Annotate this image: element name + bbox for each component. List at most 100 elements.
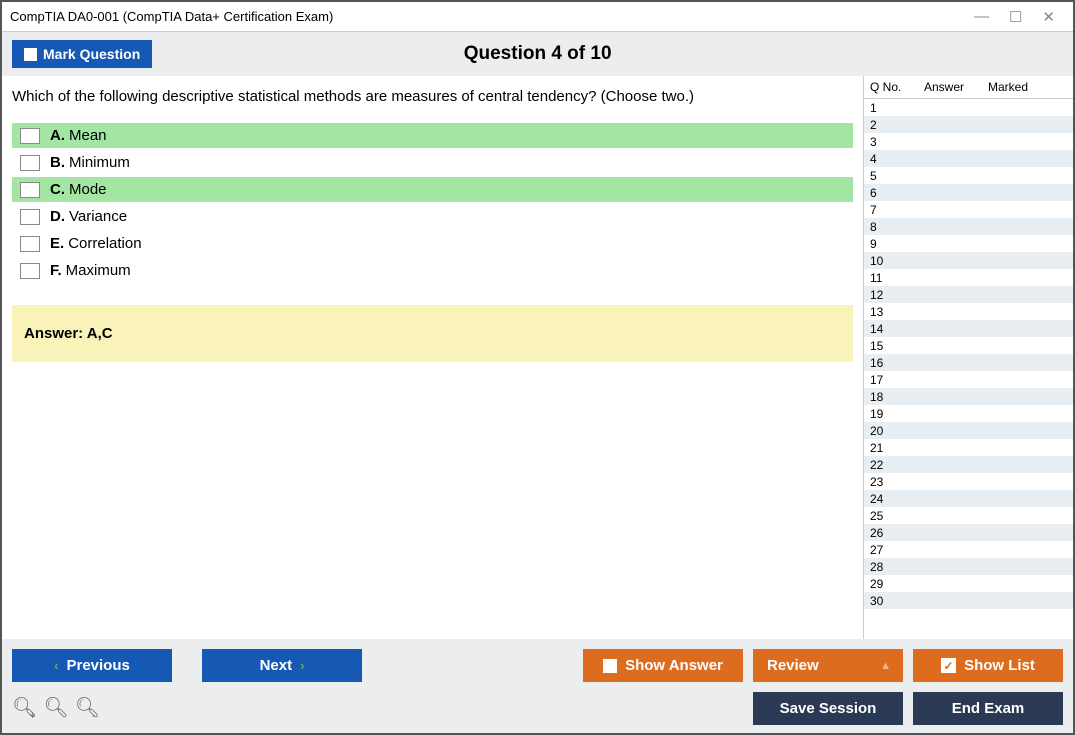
sidebar-row[interactable]: 6	[864, 184, 1073, 201]
mark-checkbox-icon	[24, 48, 37, 61]
option-checkbox[interactable]	[20, 155, 40, 171]
sidebar-row[interactable]: 28	[864, 558, 1073, 575]
sidebar-row[interactable]: 18	[864, 388, 1073, 405]
sidebar-row[interactable]: 22	[864, 456, 1073, 473]
window-title: CompTIA DA0-001 (CompTIA Data+ Certifica…	[10, 9, 964, 24]
zoom-controls: 🔍︎+ 🔍︎ 🔍︎-	[12, 695, 96, 722]
sidebar-qno: 19	[870, 407, 924, 421]
sidebar-qno: 26	[870, 526, 924, 540]
sidebar-qno: 11	[870, 271, 924, 285]
sidebar-row[interactable]: 24	[864, 490, 1073, 507]
show-list-button[interactable]: ✓ Show List	[913, 649, 1063, 682]
chevron-up-icon: ▲	[880, 660, 891, 672]
previous-label: Previous	[66, 657, 129, 674]
sidebar-row[interactable]: 4	[864, 150, 1073, 167]
sidebar-qno: 30	[870, 594, 924, 608]
zoom-out-icon[interactable]: 🔍︎-	[75, 695, 96, 722]
sidebar-qno: 2	[870, 118, 924, 132]
option-checkbox[interactable]	[20, 236, 40, 252]
option-text: Minimum	[69, 154, 130, 171]
sidebar-row[interactable]: 9	[864, 235, 1073, 252]
sidebar-qno: 22	[870, 458, 924, 472]
footer-row-1: ‹ Previous Next › Show Answer Review ▲ ✓…	[12, 649, 1063, 682]
sidebar-row[interactable]: 19	[864, 405, 1073, 422]
save-session-label: Save Session	[780, 700, 877, 717]
sidebar-row[interactable]: 8	[864, 218, 1073, 235]
end-exam-button[interactable]: End Exam	[913, 692, 1063, 725]
minimize-icon[interactable]: —	[964, 8, 999, 25]
end-exam-label: End Exam	[952, 700, 1025, 717]
show-answer-button[interactable]: Show Answer	[583, 649, 743, 682]
option-checkbox[interactable]	[20, 128, 40, 144]
option-letter: C.	[50, 181, 65, 198]
option-checkbox[interactable]	[20, 182, 40, 198]
close-icon[interactable]: ✕	[1032, 8, 1065, 26]
sidebar-rows[interactable]: 1234567891011121314151617181920212223242…	[864, 99, 1073, 639]
sidebar-row[interactable]: 14	[864, 320, 1073, 337]
col-answer: Answer	[924, 80, 988, 94]
sidebar-row[interactable]: 17	[864, 371, 1073, 388]
sidebar-row[interactable]: 23	[864, 473, 1073, 490]
option-text: Correlation	[68, 235, 141, 252]
sidebar-row[interactable]: 3	[864, 133, 1073, 150]
show-list-check-icon: ✓	[941, 658, 956, 673]
previous-button[interactable]: ‹ Previous	[12, 649, 172, 682]
sidebar-row[interactable]: 15	[864, 337, 1073, 354]
show-list-label: Show List	[964, 657, 1035, 674]
titlebar: CompTIA DA0-001 (CompTIA Data+ Certifica…	[2, 2, 1073, 32]
sidebar-row[interactable]: 10	[864, 252, 1073, 269]
save-session-button[interactable]: Save Session	[753, 692, 903, 725]
sidebar-qno: 28	[870, 560, 924, 574]
option-letter: B.	[50, 154, 65, 171]
sidebar-row[interactable]: 25	[864, 507, 1073, 524]
sidebar-row[interactable]: 26	[864, 524, 1073, 541]
option-text: Mean	[69, 127, 107, 144]
answer-panel: Answer: A,C	[12, 305, 853, 362]
sidebar-row[interactable]: 27	[864, 541, 1073, 558]
sidebar-row[interactable]: 16	[864, 354, 1073, 371]
option-letter: A.	[50, 127, 65, 144]
option-checkbox[interactable]	[20, 209, 40, 225]
next-button[interactable]: Next ›	[202, 649, 362, 682]
sidebar-qno: 7	[870, 203, 924, 217]
sidebar-qno: 13	[870, 305, 924, 319]
option-row[interactable]: B. Minimum	[12, 150, 853, 175]
sidebar-row[interactable]: 12	[864, 286, 1073, 303]
show-answer-label: Show Answer	[625, 657, 723, 674]
option-checkbox[interactable]	[20, 263, 40, 279]
review-button[interactable]: Review ▲	[753, 649, 903, 682]
sidebar-qno: 24	[870, 492, 924, 506]
sidebar-qno: 25	[870, 509, 924, 523]
sidebar-row[interactable]: 30	[864, 592, 1073, 609]
sidebar-qno: 20	[870, 424, 924, 438]
option-letter: E.	[50, 235, 64, 252]
answer-label: Answer: A,C	[24, 325, 113, 342]
option-row[interactable]: E. Correlation	[12, 231, 853, 256]
content-area: Which of the following descriptive stati…	[2, 76, 1073, 639]
maximize-icon[interactable]: ☐	[999, 8, 1032, 26]
zoom-reset-icon[interactable]: 🔍︎	[43, 695, 68, 722]
sidebar-qno: 9	[870, 237, 924, 251]
sidebar-row[interactable]: 1	[864, 99, 1073, 116]
show-answer-checkbox-icon	[603, 659, 617, 673]
sidebar-row[interactable]: 11	[864, 269, 1073, 286]
option-row[interactable]: C. Mode	[12, 177, 853, 202]
sidebar-row[interactable]: 7	[864, 201, 1073, 218]
mark-question-button[interactable]: Mark Question	[12, 40, 152, 68]
zoom-in-icon[interactable]: 🔍︎+	[12, 695, 37, 722]
sidebar-row[interactable]: 21	[864, 439, 1073, 456]
sidebar-row[interactable]: 20	[864, 422, 1073, 439]
chevron-right-icon: ›	[300, 658, 304, 673]
option-row[interactable]: F. Maximum	[12, 258, 853, 283]
option-row[interactable]: D. Variance	[12, 204, 853, 229]
col-qno: Q No.	[870, 80, 924, 94]
mark-question-label: Mark Question	[43, 46, 140, 62]
sidebar-row[interactable]: 5	[864, 167, 1073, 184]
sidebar-row[interactable]: 29	[864, 575, 1073, 592]
sidebar-row[interactable]: 13	[864, 303, 1073, 320]
app-window: CompTIA DA0-001 (CompTIA Data+ Certifica…	[0, 0, 1075, 735]
option-row[interactable]: A. Mean	[12, 123, 853, 148]
sidebar-row[interactable]: 2	[864, 116, 1073, 133]
sidebar-qno: 12	[870, 288, 924, 302]
sidebar-qno: 10	[870, 254, 924, 268]
